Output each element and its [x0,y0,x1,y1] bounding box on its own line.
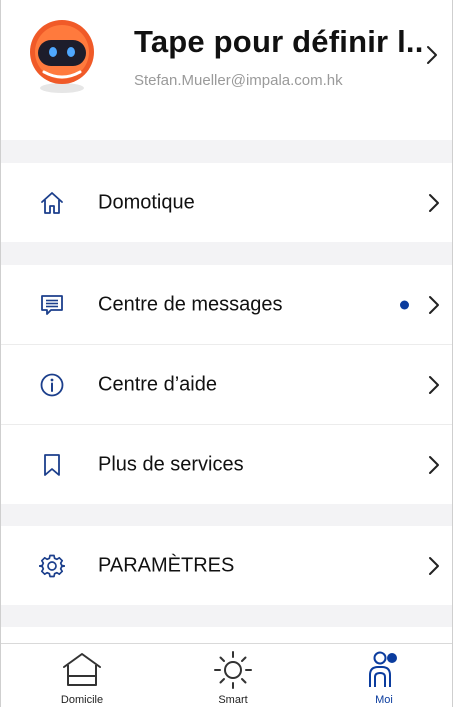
tab-label: Moi [375,694,393,706]
menu-item-message-center[interactable]: Centre de messages [1,265,452,344]
home-icon [63,653,101,686]
menu-item-label: PARAMÈTRES [98,554,235,576]
chevron-right-icon [429,556,439,575]
menu-item-settings[interactable]: PARAMÈTRES [1,526,452,605]
robot-avatar-icon[interactable] [28,16,96,94]
section-separator [1,504,452,526]
app-screen: Tape pour définir l... Stefan.Mueller@im… [0,0,453,707]
unread-badge [400,300,409,309]
bottom-tab-bar: Domicile Smart Moi [1,643,452,707]
profile-name[interactable]: Tape pour définir l... [134,24,424,60]
tab-label: Smart [218,694,248,706]
chevron-right-icon [429,295,439,314]
chevron-right-icon [429,455,439,474]
sun-icon [214,651,252,689]
menu-item-label: Centre d’aide [98,373,217,395]
gear-icon [39,554,65,577]
chevron-right-icon [429,375,439,394]
tab-smart[interactable]: Smart [173,644,293,707]
menu-item-help-center[interactable]: Centre d’aide [1,345,452,424]
chevron-right-icon [429,193,439,212]
section-separator [1,605,452,627]
chevron-right-icon[interactable] [424,44,440,66]
menu-item-more-services[interactable]: Plus de services [1,425,452,504]
bookmark-icon [44,453,60,476]
home-icon [41,191,63,214]
profile-email: Stefan.Mueller@impala.com.hk [134,72,343,89]
tab-moi[interactable]: Moi [324,644,444,707]
section-separator [1,140,452,163]
menu-item-label: Plus de services [98,453,244,475]
message-icon [41,294,63,315]
menu-item-label: Domotique [98,191,195,213]
tab-domicile[interactable]: Domicile [22,644,142,707]
user-icon [369,651,397,687]
section-separator [1,242,452,265]
tab-label: Domicile [60,694,104,706]
menu-item-label: Centre de messages [98,293,283,315]
menu-item-domotique[interactable]: Domotique [1,163,452,242]
profile-header[interactable]: Tape pour définir l... Stefan.Mueller@im… [1,0,452,140]
info-icon [40,373,64,396]
